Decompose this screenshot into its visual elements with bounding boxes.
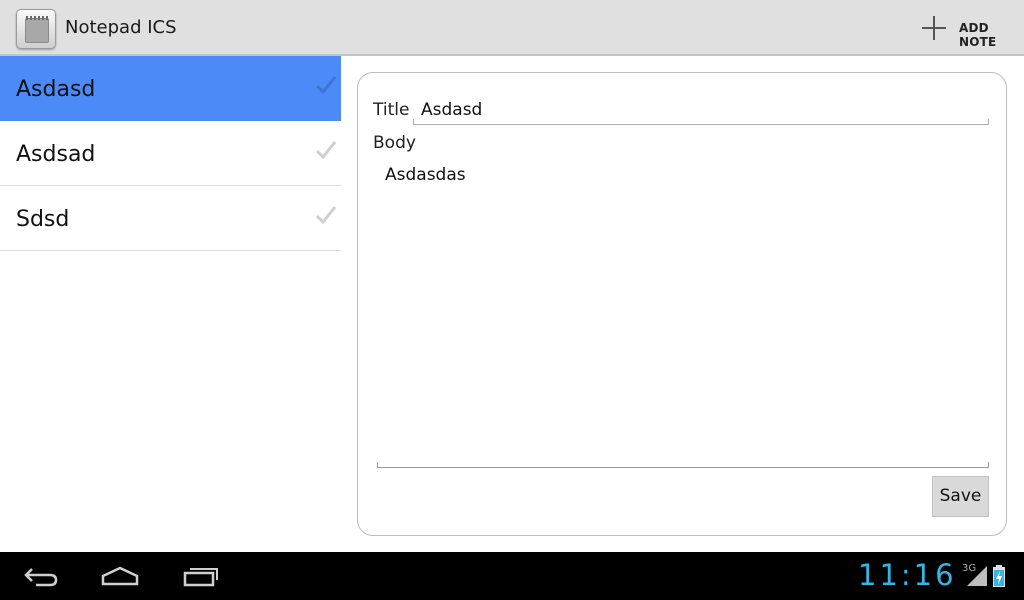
signal-icon [966,565,988,587]
note-title: Asdsad [16,142,96,167]
home-icon[interactable] [100,564,140,588]
notepad-rings [26,16,48,20]
app-icon[interactable] [16,9,56,49]
notepad-graphic [25,18,49,43]
system-bar: 11:16 3G [0,552,1024,600]
body-label: Body [373,133,416,153]
plus-icon [922,16,946,40]
note-title: Sdsd [16,207,70,232]
title-label: Title [373,100,410,120]
battery-icon [992,565,1006,587]
app-title: Notepad ICS [65,17,177,38]
check-icon[interactable] [315,74,337,96]
title-input[interactable]: Asdasd [413,93,989,125]
note-list: Asdasd Asdsad Sdsd [0,56,341,552]
body-input[interactable]: Asdasdas [377,157,989,468]
clock[interactable]: 11:16 [858,558,957,592]
check-icon[interactable] [315,139,337,161]
save-button[interactable]: Save [932,476,989,517]
note-title: Asdasd [16,77,96,102]
back-icon[interactable] [22,564,60,588]
list-item[interactable]: Asdsad [0,121,341,186]
check-icon[interactable] [315,204,337,226]
list-item[interactable]: Asdasd [0,56,341,121]
add-note-button[interactable]: ADD NOTE [912,0,1024,56]
action-bar: Notepad ICS ADD NOTE [0,0,1024,56]
add-note-label: ADD NOTE [959,21,997,49]
recents-icon[interactable] [182,564,220,588]
list-item[interactable]: Sdsd [0,186,341,251]
note-editor: Title Asdasd Body Asdasdas Save [357,72,1007,536]
